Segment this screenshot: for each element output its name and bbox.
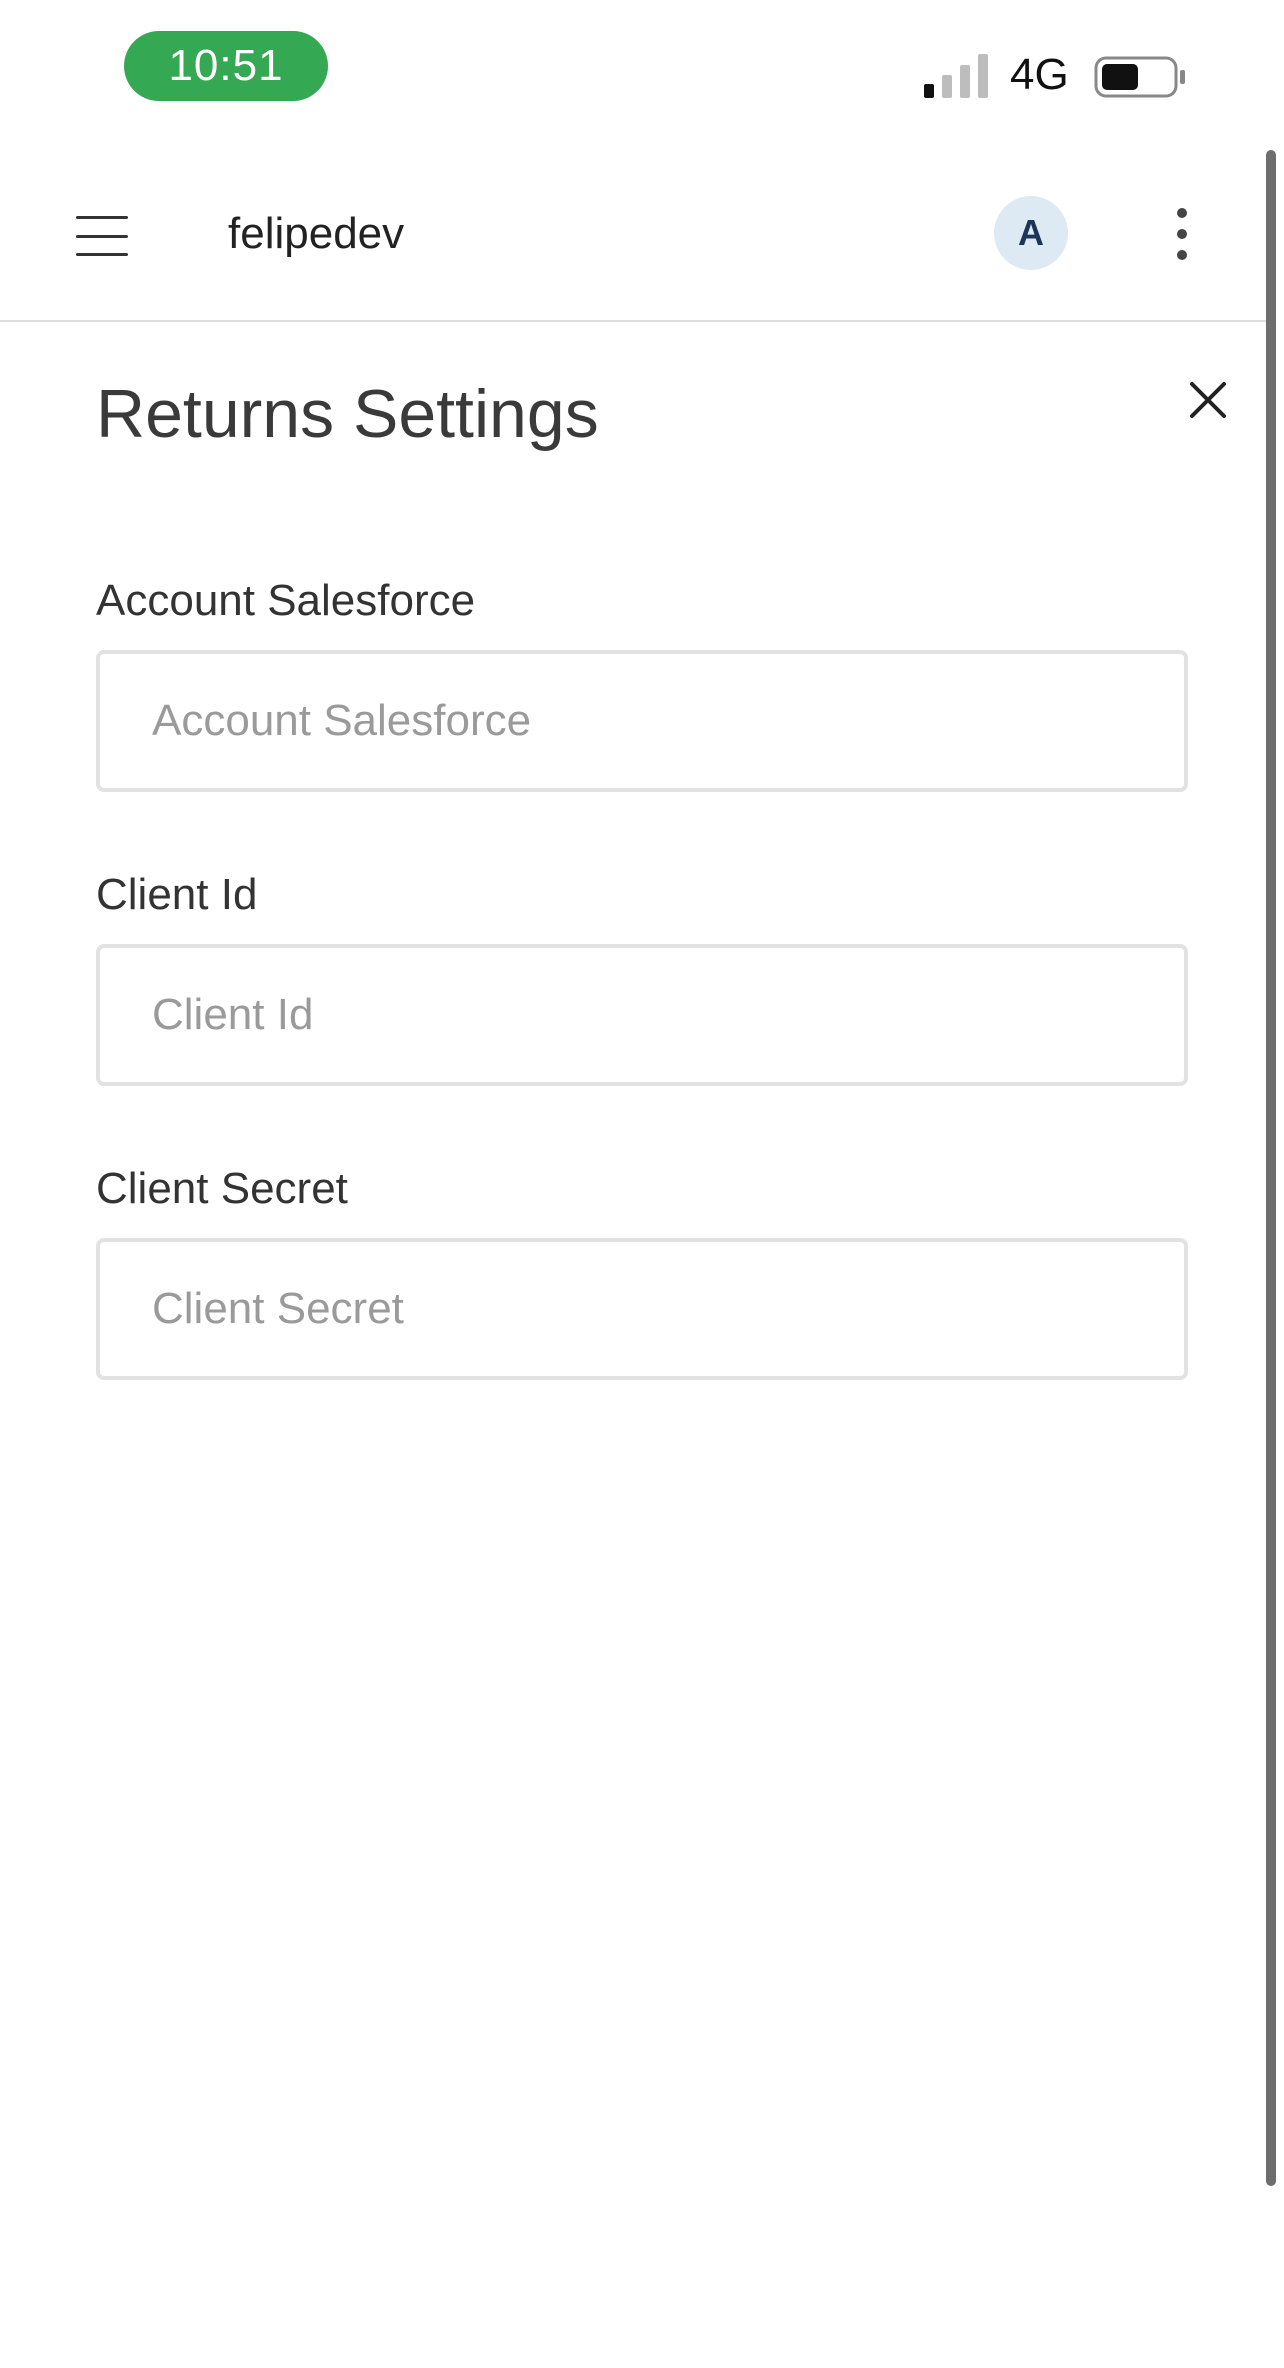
client-secret-input[interactable] bbox=[96, 1238, 1188, 1380]
user-avatar[interactable]: A bbox=[994, 196, 1068, 270]
status-time: 10:51 bbox=[124, 31, 328, 101]
account-salesforce-label: Account Salesforce bbox=[96, 576, 476, 625]
hamburger-menu-icon[interactable] bbox=[76, 210, 128, 262]
client-id-input[interactable] bbox=[96, 944, 1188, 1086]
more-options-icon[interactable] bbox=[1164, 202, 1200, 266]
network-type: 4G bbox=[1010, 50, 1069, 99]
app-header: felipedev A bbox=[0, 178, 1268, 322]
close-icon[interactable] bbox=[1186, 378, 1230, 422]
panel-title: Returns Settings bbox=[96, 376, 599, 452]
account-name: felipedev bbox=[228, 209, 405, 258]
account-salesforce-input[interactable] bbox=[96, 650, 1188, 792]
screen: 10:51 4G felipedev A Returns Settings Ac… bbox=[0, 0, 1284, 2368]
signal-icon bbox=[924, 54, 988, 98]
client-id-label: Client Id bbox=[96, 870, 258, 919]
status-bar: 10:51 4G bbox=[0, 0, 1284, 140]
client-secret-label: Client Secret bbox=[96, 1164, 348, 1213]
scrollbar[interactable] bbox=[1266, 150, 1276, 2186]
battery-icon bbox=[1094, 56, 1185, 98]
